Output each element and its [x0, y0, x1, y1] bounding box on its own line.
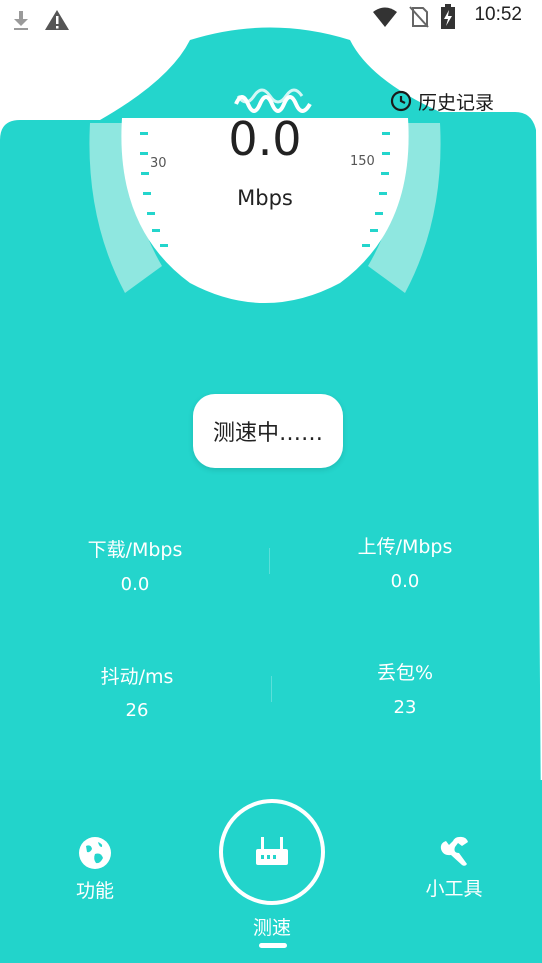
speed-test-button[interactable]: [219, 799, 325, 905]
download-value: 0.0: [120, 574, 150, 595]
globe-icon: [79, 837, 111, 869]
wifi-icon: [373, 7, 397, 27]
download-icon: [14, 11, 28, 30]
nav-functions[interactable]: 功能: [64, 836, 126, 903]
upload-value: 0.0: [390, 571, 420, 592]
gauge-speed-value: 0.0: [228, 112, 302, 166]
nav-speed-test-label[interactable]: 测速: [232, 913, 312, 940]
router-icon: [256, 837, 288, 865]
test-status-label: 测速中……: [212, 421, 323, 446]
test-status-button[interactable]: 测速中……: [193, 394, 343, 468]
logo-squiggle: [234, 88, 312, 113]
status-bar: 10:52: [0, 0, 542, 36]
download-label: 下载/Mbps: [87, 539, 183, 561]
nav-functions-label: 功能: [75, 880, 114, 902]
warning-icon: [45, 10, 69, 30]
nav-tools-label: 小工具: [425, 878, 483, 900]
wrench-icon: [440, 836, 468, 866]
packet-loss-value: 23: [393, 697, 417, 718]
no-sim-icon: [409, 6, 429, 28]
metric-divider: [271, 676, 272, 702]
active-tab-indicator: [259, 943, 287, 948]
gauge-tick-right: 150: [350, 154, 375, 169]
battery-charging-icon: [441, 4, 455, 29]
metric-divider: [269, 548, 270, 574]
jitter-label: 抖动/ms: [100, 666, 174, 688]
clock-time: 10:52: [474, 4, 522, 25]
history-button[interactable]: 历史记录: [390, 88, 494, 114]
history-label: 历史记录: [418, 91, 495, 114]
jitter-value: 26: [125, 700, 149, 721]
clock-icon: [390, 90, 412, 112]
gauge-tick-left: 30: [150, 156, 167, 171]
packet-loss-label: 丢包%: [376, 662, 434, 684]
nav-tools[interactable]: 小工具: [414, 834, 494, 901]
upload-label: 上传/Mbps: [357, 536, 453, 558]
gauge-speed-unit: Mbps: [237, 186, 293, 210]
